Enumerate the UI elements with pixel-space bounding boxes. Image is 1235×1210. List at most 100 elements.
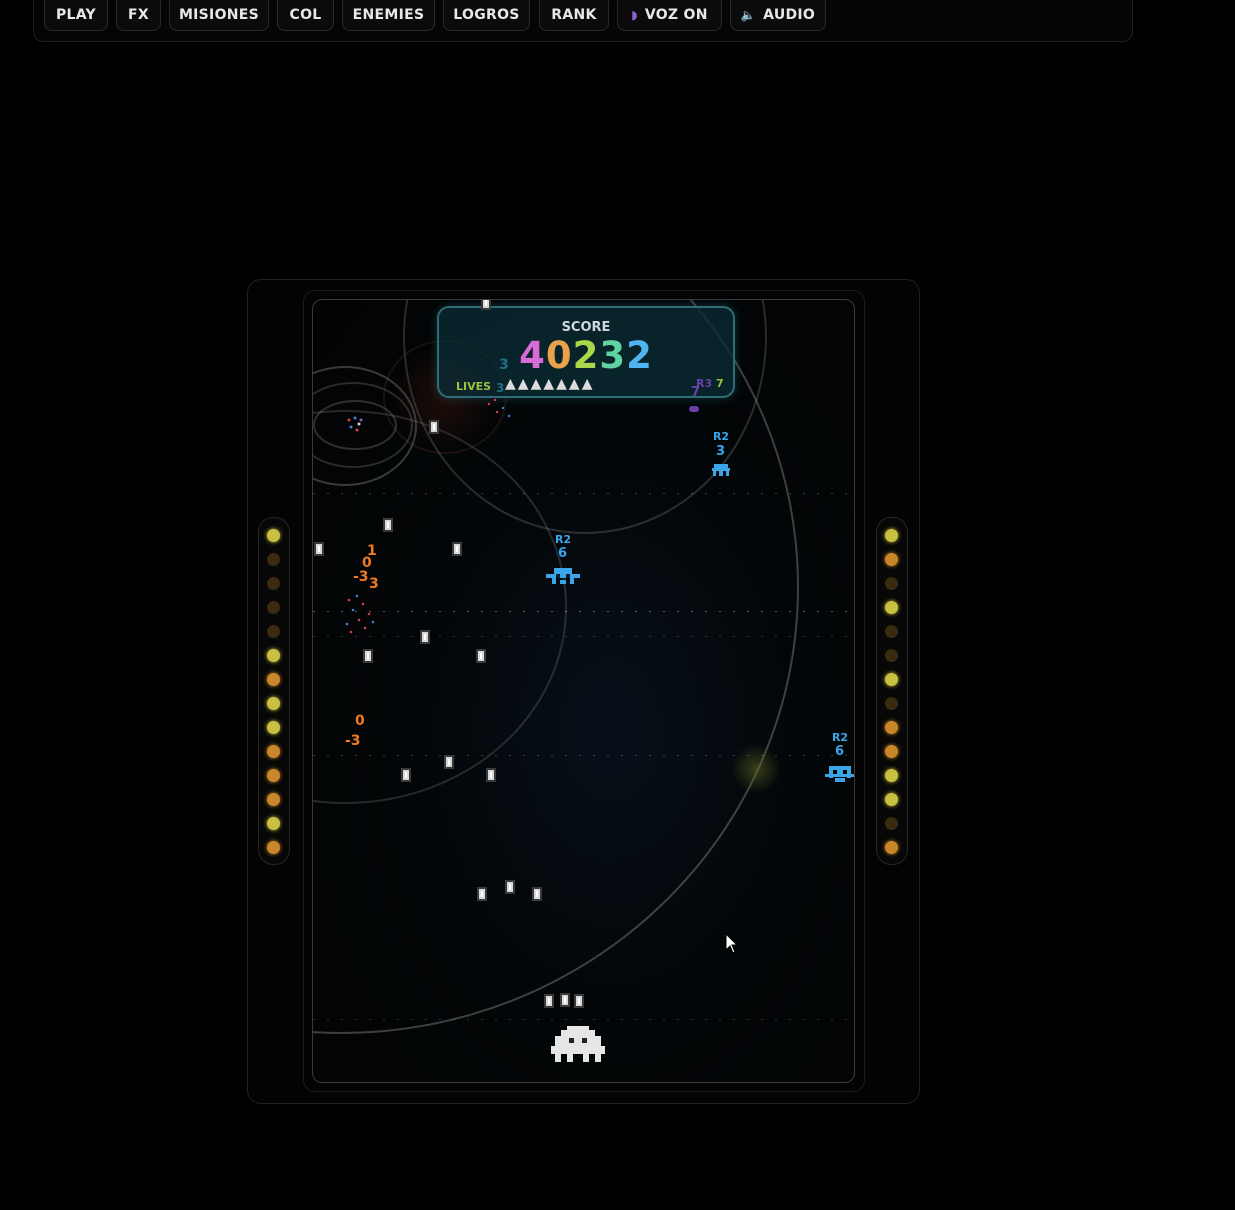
led-light bbox=[267, 769, 280, 782]
mouse-cursor-icon bbox=[725, 933, 739, 954]
enemy-ship bbox=[825, 766, 854, 782]
enemies-button[interactable]: ENEMIES bbox=[342, 0, 435, 31]
led-light bbox=[267, 721, 280, 734]
led-light bbox=[885, 529, 898, 542]
floating-number: -3 bbox=[345, 733, 361, 749]
led-light bbox=[885, 673, 898, 686]
audio-button[interactable]: 🔈 AUDIO bbox=[730, 0, 826, 31]
player-bullet bbox=[383, 518, 393, 532]
life-ship-icon: ▲ bbox=[543, 376, 554, 392]
led-light bbox=[267, 625, 280, 638]
enemy-value: 3 bbox=[716, 444, 726, 459]
player-bullet bbox=[544, 994, 554, 1008]
enemy-round-label: R2 bbox=[554, 533, 572, 546]
enemy-ship bbox=[546, 568, 580, 584]
led-light bbox=[885, 625, 898, 638]
player-bullet bbox=[363, 649, 373, 663]
enemy-round-label: R2 bbox=[712, 430, 730, 443]
led-light bbox=[885, 697, 898, 710]
led-light bbox=[267, 793, 280, 806]
voz-button[interactable]: ◗ VOZ ON bbox=[617, 0, 722, 31]
led-light bbox=[885, 817, 898, 830]
led-light bbox=[885, 745, 898, 758]
led-light bbox=[885, 769, 898, 782]
player-bullet bbox=[429, 420, 439, 434]
player-bullet bbox=[532, 887, 542, 901]
star-streak bbox=[313, 636, 854, 637]
misiones-label: MISIONES bbox=[178, 6, 260, 23]
enemies-label: ENEMIES bbox=[352, 6, 425, 23]
score-label: SCORE bbox=[561, 320, 611, 335]
lives-ships: ▲ ▲ ▲ ▲ ▲ ▲ ▲ bbox=[505, 376, 594, 392]
fx-label: FX bbox=[128, 6, 149, 23]
score-digit: 2 bbox=[626, 334, 653, 377]
player-bullet bbox=[476, 649, 486, 663]
floating-number: -3 bbox=[353, 569, 369, 585]
led-light bbox=[267, 553, 280, 566]
powerup-glow bbox=[731, 744, 781, 794]
player-bullet bbox=[420, 630, 430, 644]
life-ship-icon: ▲ bbox=[530, 376, 542, 392]
faded-number: 3 bbox=[499, 357, 509, 373]
player-bullet bbox=[560, 993, 570, 1007]
floating-number: 3 bbox=[369, 576, 379, 592]
score-value: 40232 bbox=[439, 334, 733, 377]
misiones-button[interactable]: MISIONES bbox=[169, 0, 269, 31]
right-led-rail bbox=[876, 517, 908, 865]
led-light bbox=[267, 745, 280, 758]
led-light bbox=[885, 649, 898, 662]
life-ship-icon: ▲ bbox=[568, 376, 580, 392]
play-button[interactable]: PLAY bbox=[44, 0, 108, 31]
life-ship-icon: ▲ bbox=[517, 376, 529, 392]
logros-button[interactable]: LOGROS bbox=[443, 0, 530, 31]
left-led-rail bbox=[258, 517, 290, 865]
score-digit: 0 bbox=[545, 334, 573, 377]
enemy-value: 6 bbox=[835, 744, 845, 759]
life-ship-icon: ▲ bbox=[581, 376, 593, 392]
led-light bbox=[267, 529, 280, 542]
led-light bbox=[885, 553, 898, 566]
voz-label: VOZ ON bbox=[644, 6, 708, 23]
led-light bbox=[885, 577, 898, 590]
led-light bbox=[267, 697, 280, 710]
player-bullet bbox=[505, 880, 515, 894]
floating-number: 0 bbox=[355, 713, 365, 729]
led-light bbox=[885, 841, 898, 854]
player-bullet bbox=[574, 994, 584, 1008]
led-light bbox=[267, 841, 280, 854]
col-label: COL bbox=[289, 6, 322, 23]
play-label: PLAY bbox=[55, 6, 96, 23]
rank-label: RANK bbox=[551, 6, 597, 23]
player-bullet bbox=[444, 755, 454, 769]
player-bullet bbox=[481, 300, 491, 310]
enemy-ship bbox=[712, 464, 730, 476]
game-screen[interactable]: SCORE 40232 LIVES ▲ ▲ ▲ ▲ ▲ ▲ ▲ R3 7 3 3 7 1 0… bbox=[312, 299, 855, 1083]
player-bullet bbox=[486, 768, 496, 782]
speaking-head-icon: ◗ bbox=[631, 7, 638, 22]
faded-number: 7 bbox=[691, 385, 701, 400]
player-ship bbox=[551, 1026, 605, 1062]
audio-label: AUDIO bbox=[763, 6, 816, 23]
led-light bbox=[885, 601, 898, 614]
led-light bbox=[885, 721, 898, 734]
led-light bbox=[267, 649, 280, 662]
led-light bbox=[267, 673, 280, 686]
score-digit: 3 bbox=[599, 334, 627, 377]
enemy-round-label: R2 bbox=[831, 731, 849, 744]
life-ship-icon: ▲ bbox=[556, 376, 567, 392]
score-digit: 2 bbox=[572, 334, 600, 377]
fx-button[interactable]: FX bbox=[116, 0, 161, 31]
rank-button[interactable]: RANK bbox=[539, 0, 609, 31]
col-button[interactable]: COL bbox=[277, 0, 334, 31]
debris-cluster bbox=[347, 416, 363, 432]
player-bullet bbox=[314, 542, 324, 556]
enemy-value: 6 bbox=[558, 546, 568, 561]
player-bullet bbox=[452, 542, 462, 556]
player-bullet bbox=[477, 887, 487, 901]
life-ship-icon: ▲ bbox=[505, 376, 516, 392]
star-streak bbox=[313, 611, 854, 612]
player-bullet bbox=[401, 768, 411, 782]
star-streak bbox=[313, 755, 854, 756]
led-light bbox=[267, 817, 280, 830]
round-value: 7 bbox=[716, 377, 724, 390]
